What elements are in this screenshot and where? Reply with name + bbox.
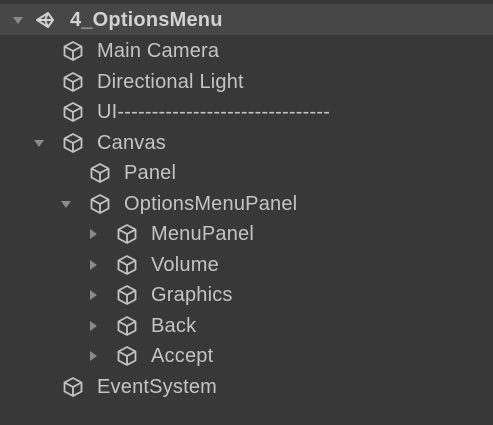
hierarchy-item-label: Volume [151,253,219,276]
foldout-expanded-icon[interactable] [31,128,47,158]
foldout-collapsed-icon[interactable] [85,341,101,371]
scene-row[interactable]: 4_OptionsMenu [0,5,493,35]
hierarchy-item-menupanel[interactable]: MenuPanel [0,219,493,249]
gameobject-cube-icon [60,36,86,66]
foldout-collapsed-icon[interactable] [85,250,101,280]
gameobject-cube-icon [114,280,140,310]
hierarchy-item-graphics[interactable]: Graphics [0,280,493,310]
hierarchy-item-label: UI------------------------------- [97,101,331,123]
hierarchy-item-canvas[interactable]: Canvas [0,128,493,158]
gameobject-cube-icon [60,97,86,127]
hierarchy-item-label: Directional Light [97,70,244,93]
hierarchy-item-ui[interactable]: UI------------------------------- [0,97,493,127]
hierarchy-item-label: Canvas [97,131,167,154]
hierarchy-item-main-camera[interactable]: Main Camera [0,36,493,66]
hierarchy-panel: 4_OptionsMenu Main Camera Directional Lig… [0,0,493,425]
hierarchy-item-label: Panel [124,162,177,184]
hierarchy-item-panel[interactable]: Panel [0,158,493,188]
hierarchy-item-label: Main Camera [97,40,220,62]
foldout-collapsed-icon[interactable] [85,280,101,310]
hierarchy-item-volume[interactable]: Volume [0,250,493,280]
gameobject-cube-icon [114,311,140,341]
hierarchy-item-optionsmenupanel[interactable]: OptionsMenuPanel [0,189,493,219]
foldout-collapsed-icon[interactable] [85,219,101,249]
hierarchy-item-label: Graphics [151,284,233,306]
hierarchy-item-label: OptionsMenuPanel [124,192,298,215]
hierarchy-item-eventsystem[interactable]: EventSystem [0,372,493,402]
hierarchy-item-label: Accept [151,345,214,367]
gameobject-cube-icon [87,158,113,188]
gameobject-cube-icon [114,250,140,280]
foldout-collapsed-icon[interactable] [85,311,101,341]
gameobject-cube-icon [60,128,86,158]
foldout-expanded-icon[interactable] [10,5,26,35]
gameobject-cube-icon [60,372,86,402]
foldout-expanded-icon[interactable] [58,189,74,219]
gameobject-cube-icon [87,189,113,219]
unity-scene-icon [32,5,58,35]
hierarchy-item-label: Back [151,314,197,337]
hierarchy-item-label: EventSystem [97,375,218,398]
hierarchy-item-back[interactable]: Back [0,311,493,341]
hierarchy-item-accept[interactable]: Accept [0,341,493,371]
scene-name: 4_OptionsMenu [70,9,223,31]
gameobject-cube-icon [60,67,86,97]
hierarchy-item-directional-light[interactable]: Directional Light [0,67,493,97]
hierarchy-item-label: MenuPanel [151,223,254,245]
gameobject-cube-icon [114,341,140,371]
gameobject-cube-icon [114,219,140,249]
